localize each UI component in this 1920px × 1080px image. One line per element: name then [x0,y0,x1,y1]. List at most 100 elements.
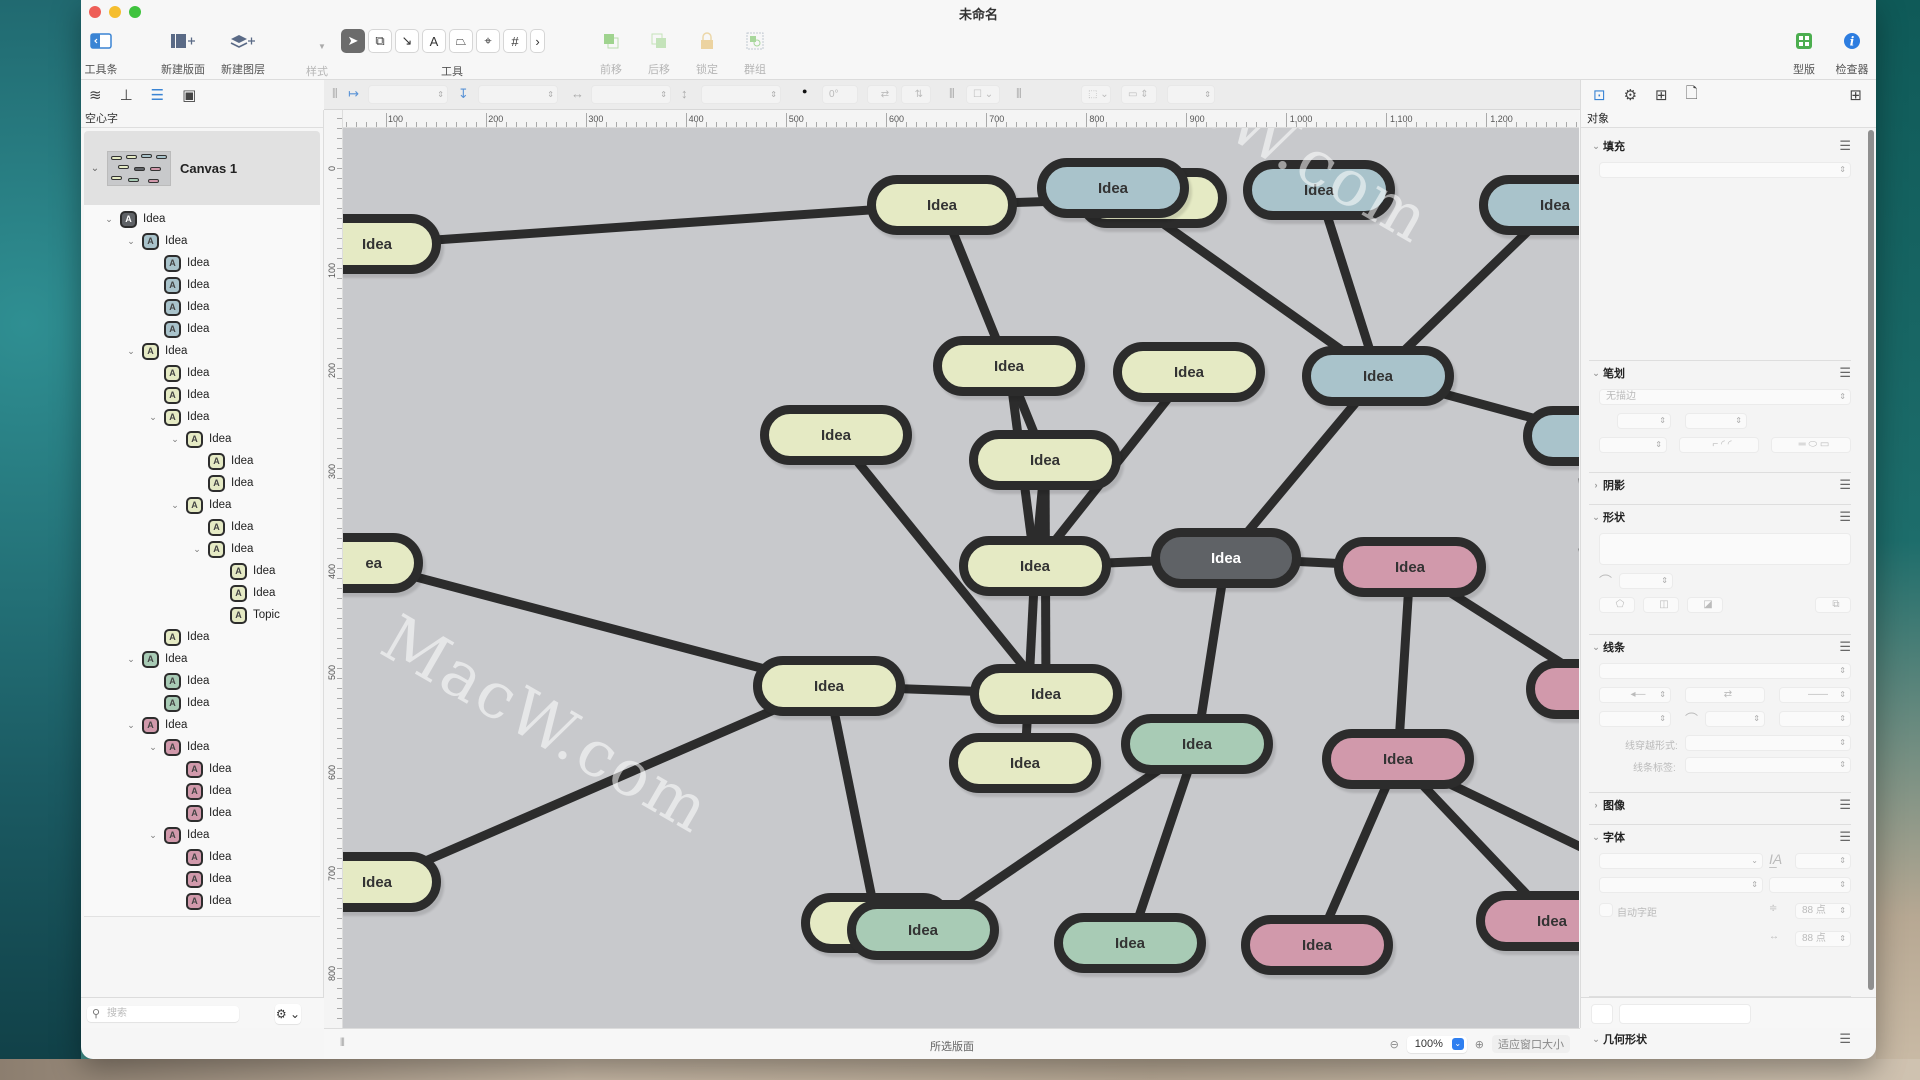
outline-list-icon[interactable]: ☰ [151,86,164,104]
auto-kerning-checkbox[interactable] [1599,903,1613,917]
idea-node[interactable]: Idea [1037,158,1189,218]
chevron-down-icon[interactable]: ⌄ [190,544,204,555]
shape-subtract-button[interactable]: ◪ [1687,597,1723,613]
rotation-field[interactable]: 0° [822,85,858,104]
shape-union-button[interactable]: ⬠ [1599,597,1635,613]
new-layer-button[interactable]: 新建图层 [213,30,273,77]
more-tools-button[interactable]: › [530,29,545,53]
chevron-down-icon[interactable]: ⌄ [124,720,138,731]
idea-node[interactable]: Idea [1479,175,1579,235]
shape-tool-button[interactable]: ⧉ [368,29,392,53]
canvas-row[interactable]: ⌄ Canvas 1 [84,131,320,205]
inspector-button[interactable]: i 检查器 [1822,30,1876,77]
layer-item[interactable]: A Idea [84,560,320,582]
point-editor-button[interactable]: ⌖ [476,29,500,53]
canvas-inspector-icon[interactable]: ⊞ [1655,86,1668,104]
shadow-header[interactable]: › 阴影 ☰ [1589,473,1852,497]
chevron-down-icon[interactable]: ⌄ [102,214,116,225]
width-field[interactable]: ⇕ [591,85,671,104]
rotation-knob-icon[interactable]: ● [802,86,807,96]
idea-node[interactable]: Idea [760,405,912,465]
layer-item[interactable]: ⌄ A Idea [84,824,320,846]
layer-item[interactable]: A Topic [84,604,320,626]
layer-item[interactable]: ⌄ A Idea [84,340,320,362]
chevron-down-icon[interactable]: ⌄ [146,742,160,753]
style-well[interactable] [1591,1004,1613,1024]
flip-horizontal-button[interactable]: ⇄ [867,85,897,104]
layer-item[interactable]: ⌄ A Idea [84,494,320,516]
idea-node[interactable]: Idea [1113,342,1265,402]
fit-in-window-button[interactable]: 适应窗口大小 [1492,1035,1570,1053]
layer-item[interactable]: A Idea [84,846,320,868]
layer-item[interactable]: A Idea [84,516,320,538]
idea-node[interactable]: Idea [1121,714,1273,774]
flip-vertical-button[interactable]: ⇅ [901,85,931,104]
layer-item[interactable]: ⌄ A Idea [84,648,320,670]
idea-node[interactable]: Idea [970,664,1122,724]
x-position-field[interactable]: ⇕ [368,85,448,104]
layer-item[interactable]: A Idea [84,582,320,604]
shape-picker[interactable] [1599,533,1851,565]
idea-node[interactable]: Idea [343,214,441,274]
chevron-down-icon[interactable]: ⌄ [84,163,106,174]
idea-node[interactable]: Idea [1302,346,1454,406]
style-name-field[interactable] [1619,1004,1751,1024]
layer-item[interactable]: A Idea [84,384,320,406]
inspector-scrollbar[interactable] [1868,130,1874,990]
connection-line[interactable] [375,681,831,887]
layer-item[interactable]: A Idea [84,252,320,274]
line-cap-buttons[interactable]: ═ ⬭ ▭ [1771,437,1851,453]
idea-node[interactable]: Idea [1526,659,1579,719]
drag-handle-icon[interactable]: ⦀ [1016,86,1022,102]
y-position-field[interactable]: ⇕ [478,85,558,104]
grid-tool-button[interactable]: # [503,29,527,53]
geometry-header[interactable]: ⌄ 几何形状 ☰ [1589,1027,1851,1051]
grid-view-icon[interactable]: ⊞ [1849,86,1862,104]
layer-item[interactable]: A Idea [84,472,320,494]
line-label-select[interactable]: ⇕ [1685,757,1851,773]
layer-item[interactable]: ⌄ A Idea [84,714,320,736]
idea-node[interactable]: Idea [1334,537,1486,597]
lines-header[interactable]: ⌄ 线条 ☰ [1589,635,1851,659]
menu-icon[interactable]: ☰ [1839,365,1851,381]
stroke-header[interactable]: ⌄ 笔划 ☰ [1589,361,1851,385]
menu-icon[interactable]: ☰ [1839,797,1851,813]
corner-style-buttons[interactable]: ⌐ ◜ ◜ [1679,437,1759,453]
layer-item[interactable]: A Idea [84,692,320,714]
gear-icon[interactable]: ⚙ [1624,86,1637,104]
layer-item[interactable]: A Idea [84,670,320,692]
stroke-pattern-select[interactable]: ⇕ [1599,437,1667,453]
layer-item[interactable]: A Idea [84,626,320,648]
group-button[interactable]: 群组 [725,30,785,77]
stroke-type-select[interactable]: 无描边 ⇕ [1599,389,1851,405]
idea-node[interactable]: Idea [1523,406,1579,466]
font-header[interactable]: ⌄ 字体 ☰ [1589,825,1851,849]
image-header[interactable]: › 图像 ☰ [1589,793,1852,817]
layer-item[interactable]: ⌄ A Idea [84,736,320,758]
idea-node[interactable]: ea [343,533,423,593]
layer-item[interactable]: A Idea [84,450,320,472]
chevron-down-icon[interactable]: ⌄ [124,346,138,357]
zoom-in-icon[interactable]: ⊕ [1475,1038,1484,1051]
canvases-icon[interactable]: ▣ [182,86,196,104]
char-spacing-field[interactable]: 88 点 ⇕ [1795,931,1851,947]
font-family-select[interactable]: ⌄ [1599,853,1763,869]
selection-tool-button[interactable]: ➤ [341,29,365,53]
corner-radius-field[interactable]: ⇕ [1619,573,1673,589]
zoom-level-select[interactable]: 100% ⌄ [1406,1035,1467,1053]
value-field[interactable]: ⇕ [1167,85,1215,104]
object-inspector-icon[interactable]: ⊡ [1593,86,1606,104]
layer-item[interactable]: A Idea [84,868,320,890]
menu-icon[interactable]: ☰ [1839,477,1851,493]
drag-handle-icon[interactable]: ⦀ [949,86,955,102]
idea-node[interactable]: Idea [1243,160,1395,220]
layer-item[interactable]: ⌄ A Idea [84,538,320,560]
idea-node[interactable]: Idea [1322,729,1474,789]
idea-node[interactable]: Idea [1151,528,1301,588]
idea-node[interactable]: Idea [959,536,1111,596]
shape-header[interactable]: ⌄ 形状 ☰ [1589,505,1851,529]
menu-icon[interactable]: ☰ [1839,138,1851,154]
layer-item[interactable]: ⌄ A Idea [84,230,320,252]
line-value-field[interactable]: ⇕ [1779,711,1851,727]
shape-intersect-button[interactable]: ◫ [1643,597,1679,613]
